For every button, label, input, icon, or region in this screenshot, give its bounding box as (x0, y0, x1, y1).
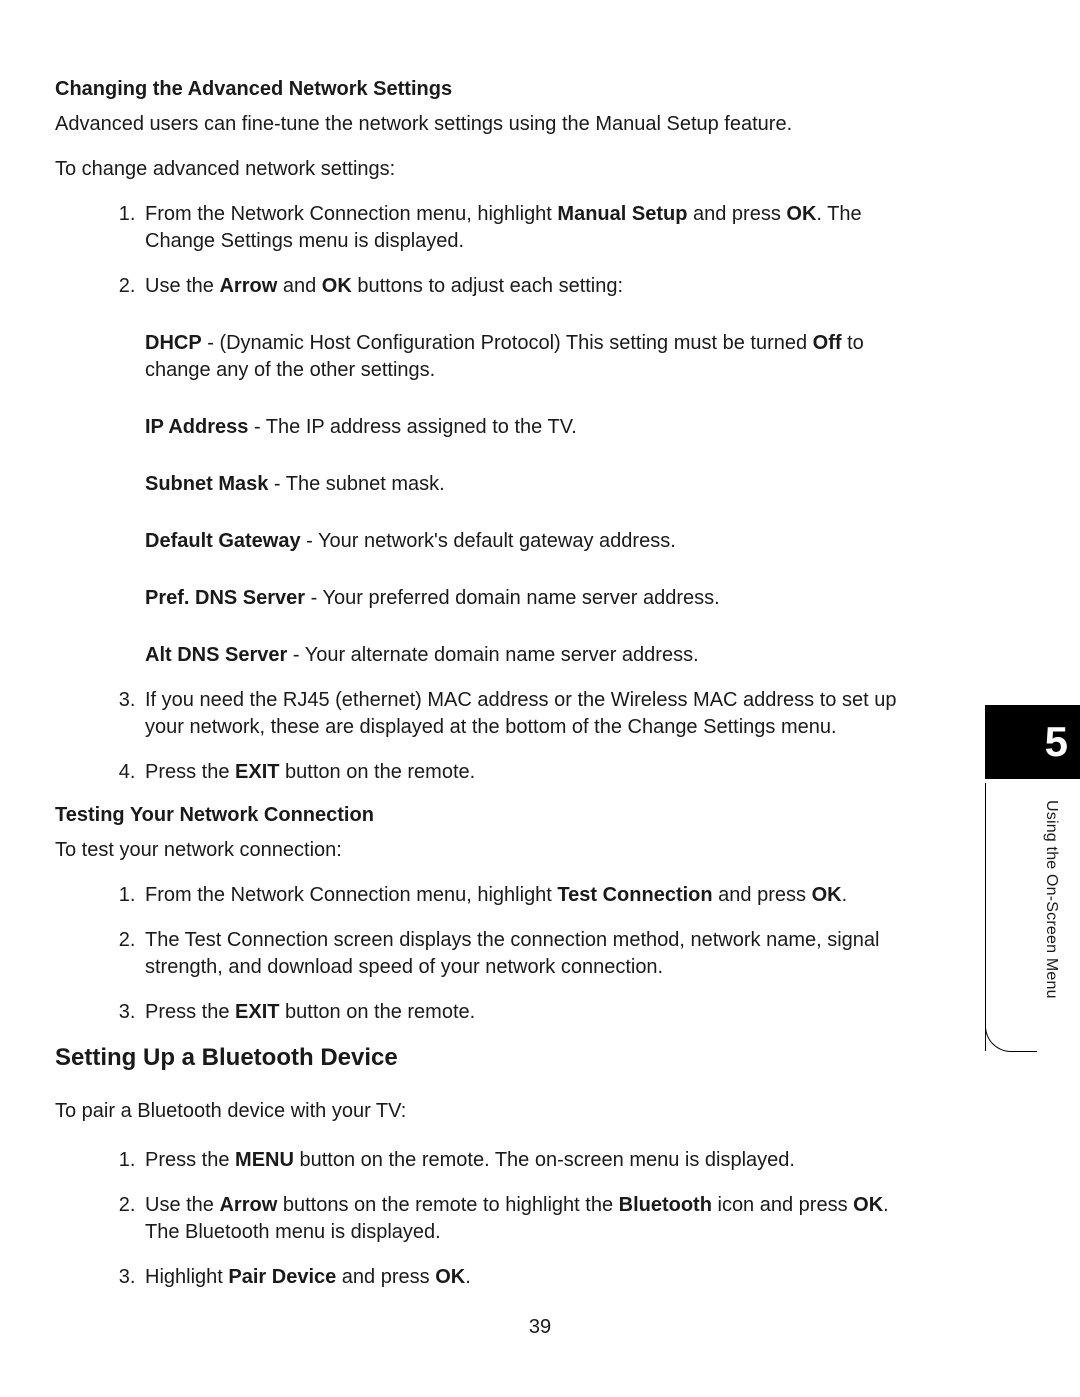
page-number: 39 (0, 1316, 1080, 1339)
ordered-list: Press the MENU button on the remote. The… (55, 1147, 910, 1291)
list-item: From the Network Connection menu, highli… (141, 882, 910, 909)
list-item: Use the Arrow and OK buttons to adjust e… (141, 273, 910, 669)
ordered-list: From the Network Connection menu, highli… (55, 201, 910, 786)
definition-block: DHCP - (Dynamic Host Configuration Proto… (145, 330, 910, 669)
list-item: Press the MENU button on the remote. The… (141, 1147, 910, 1174)
body-text: Advanced users can fine-tune the network… (55, 111, 910, 138)
chapter-tab: 5 Using the On-Screen Menu (985, 705, 1080, 779)
list-item: If you need the RJ45 (ethernet) MAC addr… (141, 687, 910, 741)
body-text: To pair a Bluetooth device with your TV: (55, 1098, 910, 1125)
chapter-title: Using the On-Screen Menu (1042, 800, 1060, 1045)
list-item: Highlight Pair Device and press OK. (141, 1264, 910, 1291)
chapter-number: 5 (985, 705, 1080, 779)
ordered-list: From the Network Connection menu, highli… (55, 882, 910, 1026)
body-text: To change advanced network settings: (55, 156, 910, 183)
subsection-heading: Changing the Advanced Network Settings (55, 78, 910, 101)
manual-page: Changing the Advanced Network Settings A… (0, 0, 1080, 1291)
list-item: From the Network Connection menu, highli… (141, 201, 910, 255)
list-item: Use the Arrow buttons on the remote to h… (141, 1192, 910, 1246)
list-item: Press the EXIT button on the remote. (141, 759, 910, 786)
list-item: The Test Connection screen displays the … (141, 927, 910, 981)
body-text: To test your network connection: (55, 837, 910, 864)
subsection-heading: Testing Your Network Connection (55, 804, 910, 827)
section-heading: Setting Up a Bluetooth Device (55, 1044, 910, 1072)
list-item: Press the EXIT button on the remote. (141, 999, 910, 1026)
